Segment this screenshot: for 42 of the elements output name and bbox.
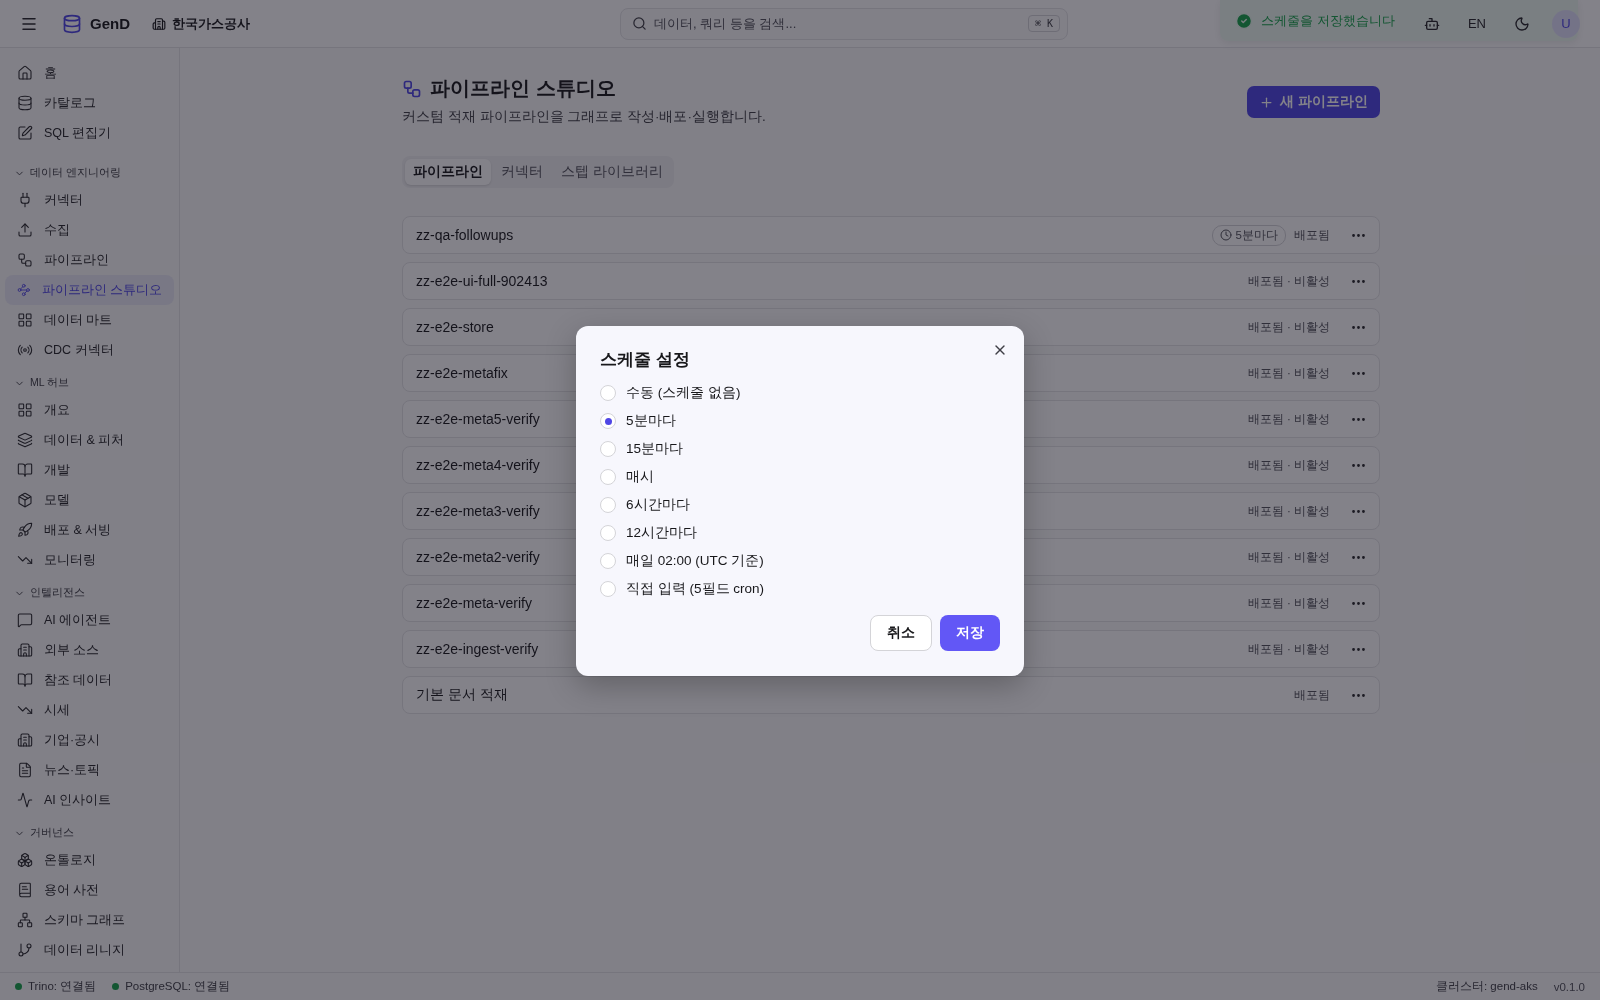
status-text: 배포됨 · 비활성	[1247, 365, 1330, 381]
option-label: 5분마다	[626, 412, 676, 430]
option-label: 15분마다	[626, 440, 684, 458]
status-text: 배포됨 · 비활성	[1247, 457, 1330, 473]
option-label: 6시간마다	[626, 496, 690, 514]
pipeline-name: zz-e2e-meta-verify	[416, 595, 532, 611]
app-logo: GenD	[90, 15, 130, 32]
pipeline-name: zz-e2e-store	[416, 319, 494, 335]
pipeline-name: zz-e2e-ingest-verify	[416, 641, 539, 657]
status-text: 배포됨 · 비활성	[1247, 273, 1330, 289]
status-text: 배포됨	[1294, 687, 1330, 703]
pipeline-name: 기본 문서 적재	[416, 686, 508, 704]
option-label: 12시간마다	[626, 524, 698, 542]
option-label: 매시	[626, 468, 654, 486]
pipeline-name: zz-e2e-metafix	[416, 365, 508, 381]
status-text: 배포됨 · 비활성	[1247, 411, 1330, 427]
page-title: 파이프라인 스튜디오	[430, 76, 616, 101]
status-text: 배포됨 · 비활성	[1247, 503, 1330, 519]
page-subtitle: 커스텀 적재 파이프라인을 그래프로 작성·배포·실행합니다.	[402, 108, 766, 126]
pipeline-name: zz-e2e-meta4-verify	[416, 457, 540, 473]
status-text: 배포됨 · 비활성	[1247, 595, 1330, 611]
connection-status: Trino: 연결됨	[28, 979, 97, 994]
pipeline-name: zz-e2e-meta5-verify	[416, 411, 540, 427]
schedule-badge: 5분마다	[1211, 224, 1286, 246]
organization-name: 한국가스공사	[172, 14, 250, 33]
option-label: 직접 입력 (5필드 cron)	[626, 580, 764, 598]
pipeline-name: zz-e2e-ui-full-902413	[416, 273, 548, 289]
status-text: 배포됨 · 비활성	[1247, 641, 1330, 657]
pipeline-name: zz-e2e-meta3-verify	[416, 503, 540, 519]
toast-message: 스케줄을 저장했습니다	[1261, 11, 1395, 30]
pipeline-name: zz-qa-followups	[416, 227, 514, 243]
status-text: 배포됨	[1294, 227, 1330, 243]
cluster-name: 클러스터: gend-aks	[1435, 979, 1538, 994]
option-label: 매일 02:00 (UTC 기준)	[626, 552, 764, 570]
pipeline-name: zz-e2e-meta2-verify	[416, 549, 540, 565]
connection-status: PostgreSQL: 연결됨	[125, 979, 231, 994]
status-text: 배포됨 · 비활성	[1247, 549, 1330, 565]
option-label: 수동 (스케줄 없음)	[626, 384, 741, 402]
dialog-title: 스케줄 설정	[600, 349, 691, 371]
shortcut-hint: ⌘ K	[1027, 14, 1060, 32]
version-text: v0.1.0	[1553, 980, 1585, 993]
status-text: 배포됨 · 비활성	[1247, 319, 1330, 335]
